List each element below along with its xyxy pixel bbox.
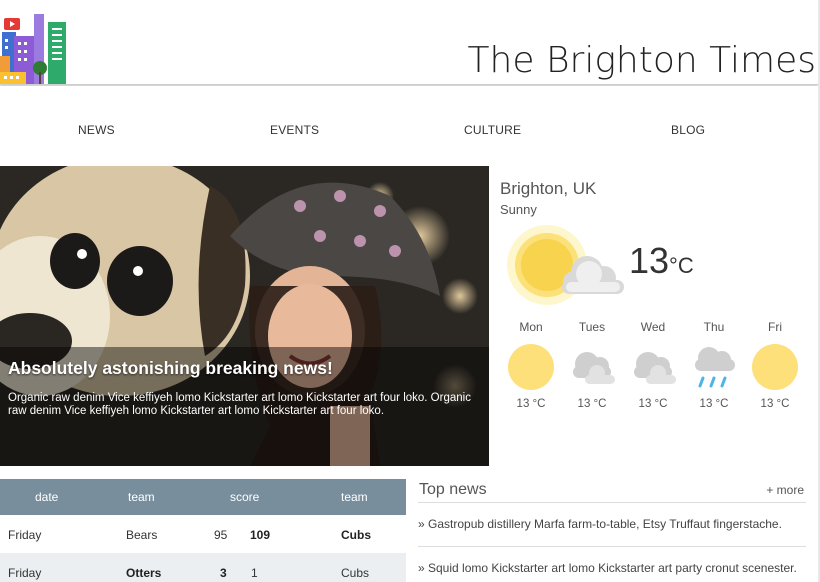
news-item[interactable]: » Squid lomo Kickstarter art lomo Kickst… [418,561,797,575]
row-home-team: Bears [126,528,158,542]
sun-icon [752,344,798,390]
table-row[interactable]: Friday Bears 95 109 Cubs [0,515,406,553]
hero-headline[interactable]: Absolutely astonishing breaking news! [8,358,333,379]
nav-item-events[interactable]: EVENTS [270,123,319,137]
weather-condition: Sunny [500,202,537,217]
forecast-day: Tues 13 °C [562,320,622,410]
row-away-score: 1 [251,566,258,580]
more-news-link[interactable]: + more [766,483,804,497]
current-temperature: 13°C [629,240,694,281]
weather-city: Brighton, UK [500,179,597,198]
forecast-day: Mon 13 °C [501,320,561,410]
cloud-icon [634,352,676,384]
cloud-icon [573,352,615,384]
table-row[interactable]: Friday Otters 3 1 Cubs [0,553,406,582]
nav-item-blog[interactable]: BLOG [671,123,705,137]
rain-icon [695,347,735,388]
row-away-score: 109 [250,528,271,542]
main-nav: NEWS EVENTS CULTURE BLOG [0,86,818,166]
row-home-score: 3 [220,566,227,580]
row-home-team: Otters [126,566,162,580]
column-header-score[interactable]: score [230,490,259,504]
hero-summary: Organic raw denim Vice keffiyeh lomo Kic… [8,392,471,417]
sun-cloud-icon [507,225,624,305]
sun-icon [508,344,554,390]
divider [418,546,806,547]
site-header: The Brighton Times [0,0,818,85]
hero-story[interactable]: Absolutely astonishing breaking news! Or… [0,166,489,466]
site-title: The Brighton Times [467,40,816,81]
column-header-team[interactable]: team [128,490,155,504]
nav-item-culture[interactable]: CULTURE [464,123,521,137]
forecast-day: Thu 13 °C [684,320,744,410]
city-skyline-logo[interactable] [0,12,68,84]
row-away-team: Cubs [341,566,370,580]
row-date: Friday [8,528,42,542]
weather-widget: Brighton, UK Sunny 13°C Mon 13 °C Tues 1… [490,166,818,466]
column-header-team[interactable]: team [341,490,368,504]
row-date: Friday [8,566,42,580]
column-header-date[interactable]: date [35,490,58,504]
row-away-team: Cubs [341,528,371,542]
top-news-title: Top news [419,481,487,498]
scores-table: date team score team Friday Bears 95 109… [0,479,406,582]
news-item[interactable]: » Gastropub distillery Marfa farm-to-tab… [418,517,782,531]
row-home-score: 95 [214,528,228,542]
forecast-day: Wed 13 °C [623,320,683,410]
forecast-day: Fri 13 °C [745,320,805,410]
table-header: date team score team [0,479,406,515]
nav-item-news[interactable]: NEWS [78,123,115,137]
top-news-panel: Top news + more » Gastropub distillery M… [418,479,806,582]
divider [418,502,806,503]
